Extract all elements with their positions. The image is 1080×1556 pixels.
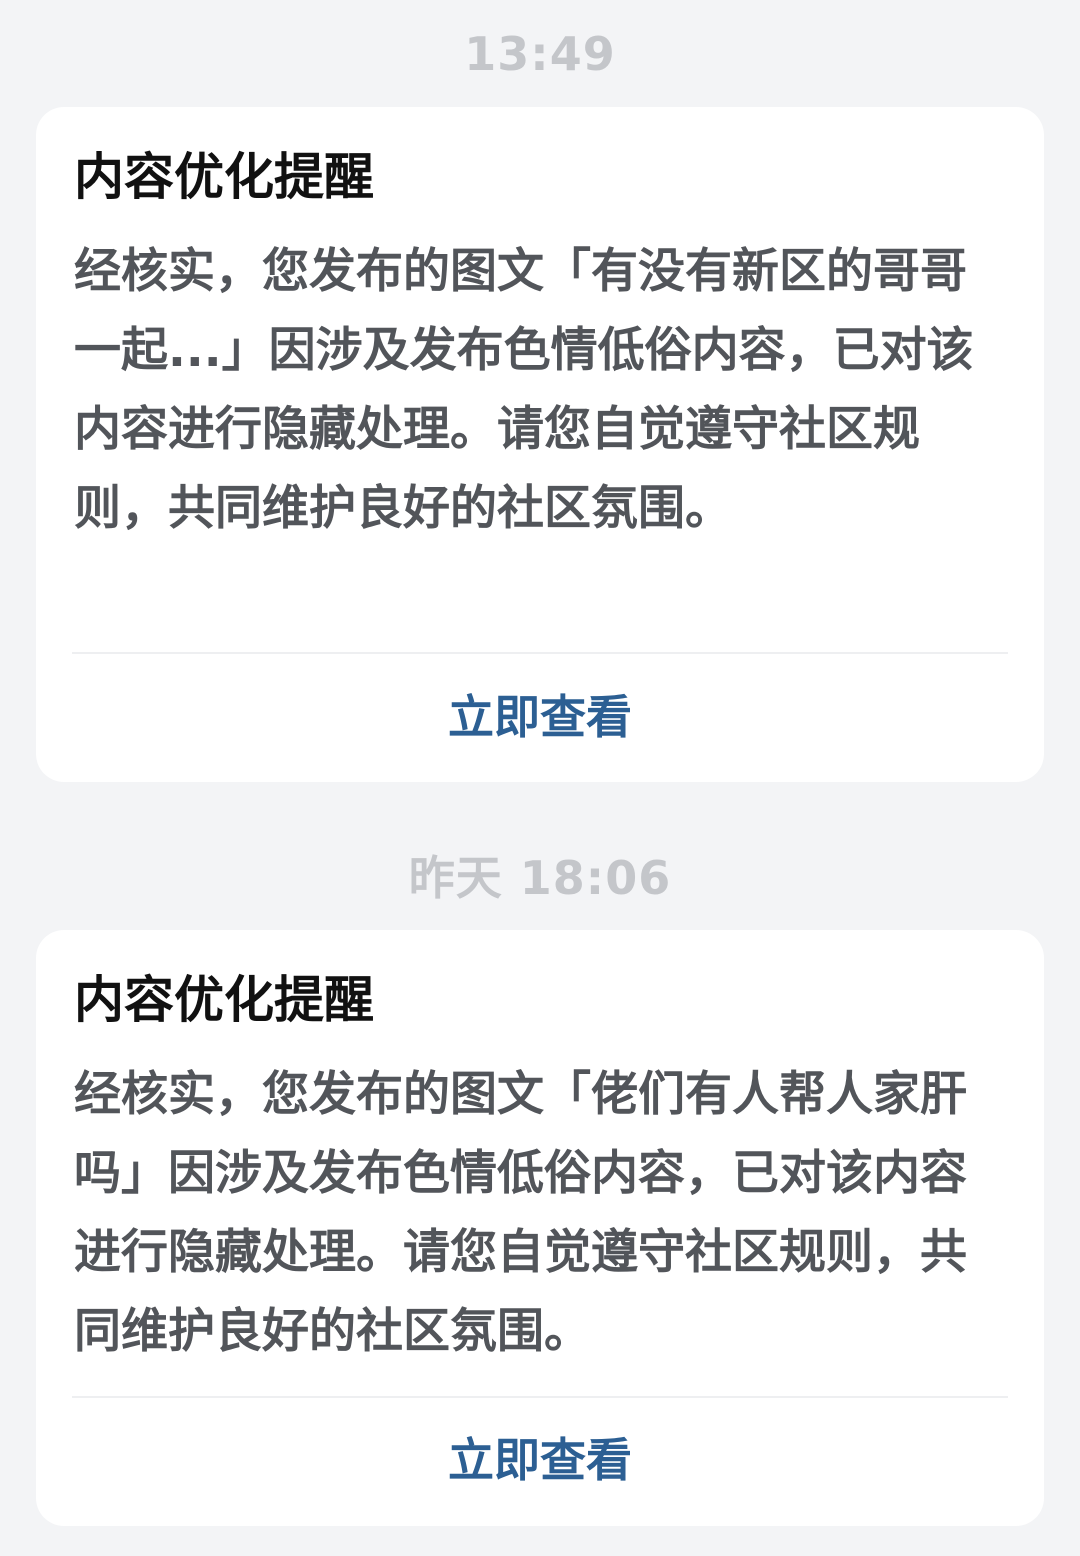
message-timestamp: 13:49 bbox=[464, 27, 616, 81]
view-now-button[interactable]: 立即查看 bbox=[36, 1428, 1044, 1492]
view-now-button[interactable]: 立即查看 bbox=[36, 685, 1044, 749]
card-divider bbox=[72, 652, 1008, 654]
notification-card: 内容优化提醒 经核实，您发布的图文「有没有新区的哥哥一起...」因涉及发布色情低… bbox=[36, 107, 1044, 782]
message-timestamp: 昨天 18:06 bbox=[408, 851, 672, 905]
card-divider bbox=[72, 1396, 1008, 1398]
notification-title: 内容优化提醒 bbox=[74, 971, 374, 1029]
notification-title: 内容优化提醒 bbox=[74, 148, 374, 206]
notification-body: 经核实，您发布的图文「有没有新区的哥哥一起...」因涉及发布色情低俗内容，已对该… bbox=[74, 244, 974, 536]
notification-card: 内容优化提醒 经核实，您发布的图文「佬们有人帮人家肝吗」因涉及发布色情低俗内容，… bbox=[36, 930, 1044, 1526]
notification-body: 经核实，您发布的图文「佬们有人帮人家肝吗」因涉及发布色情低俗内容，已对该内容进行… bbox=[74, 1067, 967, 1359]
